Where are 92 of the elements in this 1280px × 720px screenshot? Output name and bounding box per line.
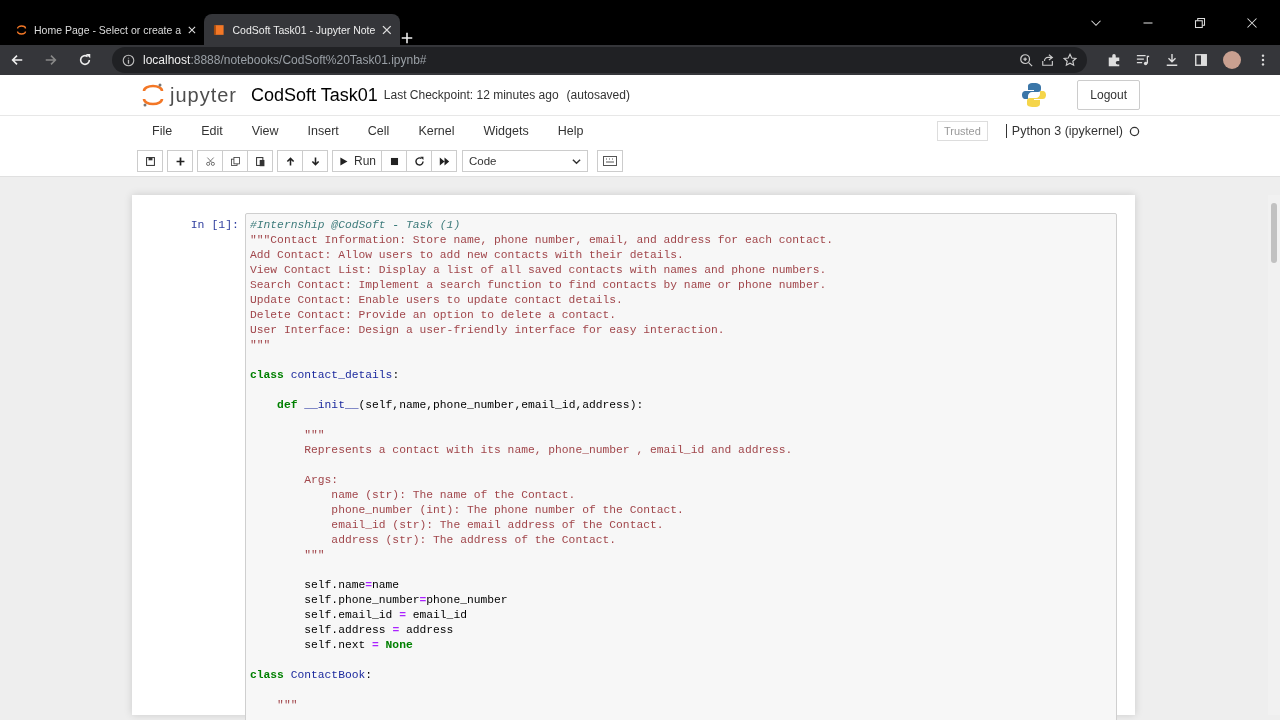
keyboard-icon bbox=[603, 156, 617, 166]
side-panel-icon[interactable] bbox=[1194, 53, 1208, 67]
new-tab-icon[interactable] bbox=[400, 31, 414, 45]
restore-icon[interactable] bbox=[1194, 16, 1206, 29]
code-line: """ bbox=[303, 548, 326, 563]
play-icon bbox=[338, 155, 349, 167]
menu-item[interactable]: Widgets bbox=[473, 124, 539, 138]
menu-item[interactable]: Kernel bbox=[408, 124, 465, 138]
code-line: self.next = None bbox=[303, 638, 414, 653]
browser-tab[interactable]: CodSoft Task01 - Jupyter Note bbox=[204, 14, 400, 45]
notebook-name[interactable]: CodSoft Task01 bbox=[251, 84, 378, 106]
code-line: email_id (str): The email address of the Contact. bbox=[330, 518, 665, 533]
insert-cell-button[interactable] bbox=[167, 150, 193, 172]
zoom-icon[interactable] bbox=[1019, 53, 1033, 67]
restart-icon bbox=[413, 155, 425, 167]
back-arrow-icon[interactable] bbox=[10, 53, 24, 67]
code-line: Represents a contact with its name, phone_number , email_id and address. bbox=[303, 443, 794, 458]
code-line: View Contact List: Display a list of all saved contacts with names and phone numbers. bbox=[250, 263, 828, 278]
cell-prompt: In [1]: bbox=[189, 217, 240, 233]
star-icon[interactable] bbox=[1063, 53, 1077, 67]
download-icon[interactable] bbox=[1165, 53, 1179, 67]
checkpoint-status: Last Checkpoint: 12 minutes ago bbox=[383, 88, 559, 102]
reload-icon[interactable] bbox=[78, 53, 92, 67]
address-bar[interactable]: localhost:8888/notebooks/CodSoft%20Task01.ipynb# bbox=[112, 47, 1087, 73]
code-line: class ContactBook: bbox=[250, 668, 374, 683]
code-line: """ bbox=[276, 698, 299, 713]
python-logo-icon bbox=[1021, 82, 1048, 108]
kernel-name: Python 3 (ipykernel) bbox=[1005, 124, 1123, 138]
paste-icon bbox=[254, 155, 266, 167]
menu-item[interactable]: Insert bbox=[297, 124, 349, 138]
code-line: Args: bbox=[303, 473, 340, 488]
code-line: self.name=name bbox=[303, 578, 401, 593]
code-line: """ bbox=[250, 338, 272, 353]
menu-item[interactable]: View bbox=[241, 124, 289, 138]
down-arrow-icon bbox=[309, 155, 321, 167]
code-line: User Interface: Design a user-friendly interface for easy interaction. bbox=[250, 323, 726, 338]
jupyter-logo-text[interactable]: jupyter bbox=[170, 83, 238, 107]
save-button[interactable] bbox=[137, 150, 163, 172]
run-button[interactable]: Run bbox=[332, 150, 382, 172]
code-line: self.phone_number=phone_number bbox=[303, 593, 509, 608]
menu-item[interactable]: Help bbox=[547, 124, 594, 138]
copy-button[interactable] bbox=[222, 150, 248, 172]
code-line: name (str): The name of the Contact. bbox=[330, 488, 577, 503]
stop-icon bbox=[388, 155, 400, 167]
up-arrow-icon bbox=[284, 155, 296, 167]
plus-icon bbox=[174, 155, 186, 167]
code-line: Add Contact: Allow users to add new contacts with their details. bbox=[250, 248, 685, 263]
code-line: phone_number (int): The phone number of the Contact. bbox=[330, 503, 685, 518]
jupyter-logo-icon bbox=[142, 82, 164, 108]
menu-item[interactable]: Edit bbox=[191, 124, 233, 138]
book-icon bbox=[212, 22, 226, 37]
chevron-down-icon bbox=[572, 156, 581, 166]
keyboard-shortcuts-button[interactable] bbox=[597, 150, 623, 172]
jupyter-logo-icon bbox=[16, 22, 28, 37]
run-all-button[interactable] bbox=[431, 150, 457, 172]
code-line: class contact_details: bbox=[250, 368, 401, 383]
media-list-icon[interactable] bbox=[1136, 53, 1150, 67]
scissors-icon bbox=[204, 155, 216, 167]
autosave-status: (autosaved) bbox=[566, 88, 630, 102]
browser-tab[interactable]: Home Page - Select or create a bbox=[8, 14, 204, 45]
cell-type-dropdown[interactable]: Code bbox=[462, 150, 588, 172]
code-line: #Internship @CodSoft - Task (1) bbox=[250, 218, 462, 233]
puzzle-icon[interactable] bbox=[1107, 53, 1121, 67]
forward-arrow-icon[interactable] bbox=[44, 53, 58, 67]
paste-button[interactable] bbox=[247, 150, 273, 172]
code-cell[interactable] bbox=[245, 213, 1117, 720]
menu-item[interactable]: Cell bbox=[357, 124, 400, 138]
close-icon[interactable] bbox=[382, 24, 392, 35]
move-up-button[interactable] bbox=[277, 150, 303, 172]
code-line: def __init__(self,name,phone_number,email_id,address): bbox=[276, 398, 645, 413]
code-line: """Contact Information: Store name, phone number, email, and address for each contact. bbox=[250, 233, 834, 248]
close-icon[interactable] bbox=[1246, 16, 1258, 29]
code-line: self.email_id = email_id bbox=[303, 608, 468, 623]
code-line: address (str): The address of the Contact. bbox=[330, 533, 618, 548]
interrupt-button[interactable] bbox=[381, 150, 407, 172]
close-icon[interactable] bbox=[188, 24, 196, 35]
code-line: """ bbox=[303, 428, 326, 443]
copy-icon bbox=[229, 155, 241, 167]
restart-button[interactable] bbox=[406, 150, 432, 172]
url-text: localhost:8888/notebooks/CodSoft%20Task01.ipynb# bbox=[143, 53, 427, 67]
code-line: Update Contact: Enable users to update contact details. bbox=[250, 293, 624, 308]
save-icon bbox=[144, 155, 156, 167]
profile-avatar[interactable] bbox=[1223, 51, 1241, 69]
move-down-button[interactable] bbox=[302, 150, 328, 172]
share-icon[interactable] bbox=[1041, 53, 1055, 67]
menu-item[interactable]: File bbox=[142, 124, 183, 138]
code-line: Search Contact: Implement a search function to find contacts by name or phone number. bbox=[250, 278, 828, 293]
logout-button[interactable]: Logout bbox=[1077, 80, 1140, 110]
info-icon[interactable] bbox=[122, 53, 135, 67]
code-line: Delete Contact: Provide an option to delete a contact. bbox=[250, 308, 618, 323]
fast-forward-icon bbox=[438, 155, 450, 167]
code-line: self.address = address bbox=[303, 623, 455, 638]
